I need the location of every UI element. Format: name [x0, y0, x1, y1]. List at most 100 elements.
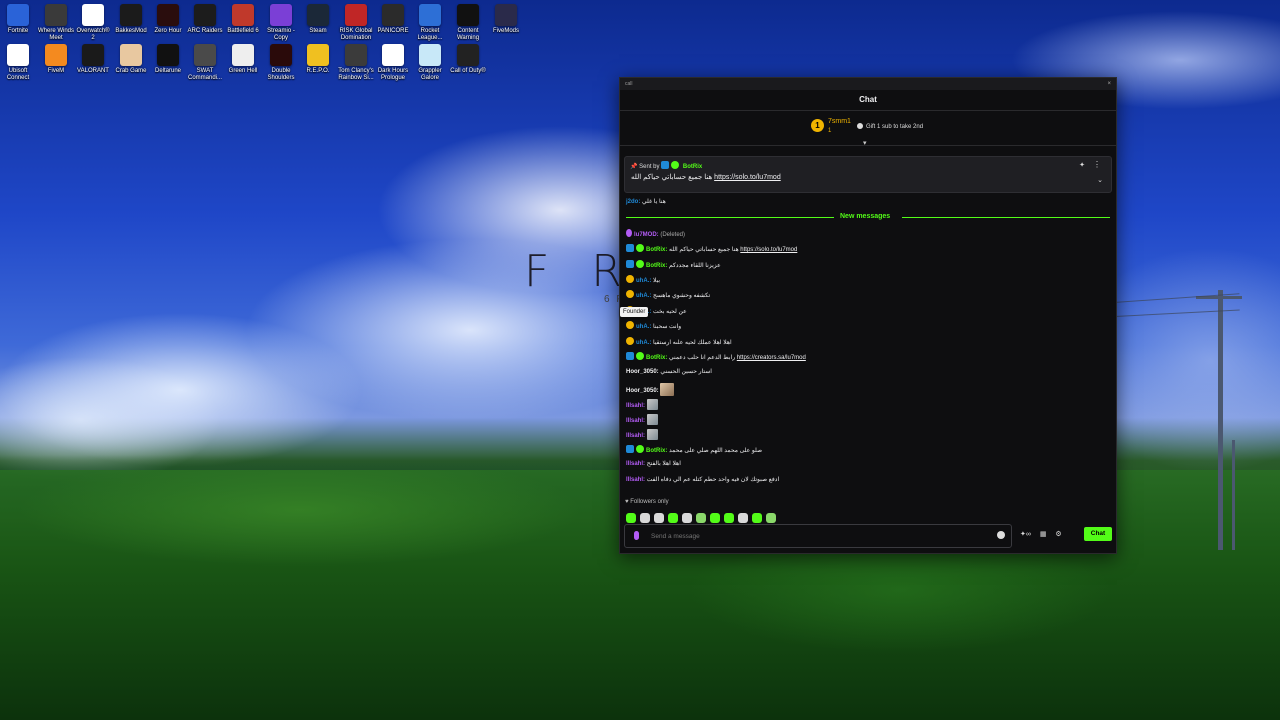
chat-username[interactable]: Hoor_3050:: [626, 369, 659, 375]
emote-button[interactable]: [752, 513, 762, 523]
close-icon[interactable]: ×: [1107, 78, 1111, 90]
desktop-icon[interactable]: Double Shoulders: [262, 40, 300, 82]
app-icon: [45, 4, 67, 26]
chat-message: uhA.: وانت سحبنا: [626, 321, 681, 332]
app-icon: [345, 44, 367, 66]
desktop-icon[interactable]: Overwatch® 2: [74, 0, 112, 42]
pinned-message-link[interactable]: https://solo.to/lu7mod: [714, 174, 781, 181]
desktop-icon[interactable]: Crab Game: [112, 40, 150, 75]
bot-badge-icon: [626, 352, 634, 360]
gift-sub-label: Gift 1 sub to take 2nd: [866, 124, 924, 130]
chat-username[interactable]: lllsahl:: [626, 477, 645, 483]
emote-button[interactable]: [668, 513, 678, 523]
desktop-icon[interactable]: Rocket League...: [411, 0, 449, 42]
desktop-icon[interactable]: FiveMods: [487, 0, 525, 35]
chat-username[interactable]: uhA.:: [636, 278, 651, 284]
chat-text: وانت سحبنا: [653, 324, 682, 330]
chat-username[interactable]: lu7MOD:: [634, 232, 659, 238]
founder-badge-icon[interactable]: [626, 290, 634, 298]
chat-username[interactable]: Hoor_3050:: [626, 388, 659, 394]
settings-gear-icon[interactable]: ⚙: [1055, 531, 1061, 538]
emote-button[interactable]: [626, 513, 636, 523]
desktop-icon[interactable]: PANICORE: [374, 0, 412, 35]
sent-by-prefix: Sent by: [639, 164, 660, 170]
points-icon[interactable]: ✦∞: [1020, 531, 1031, 538]
desktop-icon-label: Grappler Galore: [418, 68, 442, 81]
chat-text: بيلا: [653, 278, 661, 284]
chat-username[interactable]: lllsahl:: [626, 433, 645, 439]
desktop-icon[interactable]: R.E.P.O.: [299, 40, 337, 75]
desktop-icon[interactable]: Where Winds Meet: [37, 0, 75, 42]
desktop-icon[interactable]: RISK Global Domination: [337, 0, 375, 42]
desktop-icon-label: PANICORE: [377, 28, 409, 34]
founder-badge-icon[interactable]: [626, 321, 634, 329]
desktop-icon[interactable]: SWAT Commandi...: [186, 40, 224, 82]
chat-window: call × Chat 1 7smm1 1 Gift 1 sub to take…: [619, 77, 1117, 554]
expand-chevron-icon[interactable]: ⌄: [1097, 176, 1103, 184]
emote-button[interactable]: [738, 513, 748, 523]
chat-username[interactable]: lllsahl:: [626, 418, 645, 424]
desktop-icon[interactable]: ARC Raiders: [186, 0, 224, 35]
emote-button[interactable]: [724, 513, 734, 523]
more-options-icon[interactable]: ⋮: [1093, 160, 1101, 169]
chat-link[interactable]: https://creators.sa/lu7mod: [737, 355, 806, 361]
desktop-icon[interactable]: Fortnite: [0, 0, 37, 35]
chat-username[interactable]: j2do:: [626, 199, 640, 205]
desktop-icon[interactable]: BakkesMod: [112, 0, 150, 35]
desktop-icon[interactable]: Content Warning: [449, 0, 487, 42]
desktop-icon[interactable]: Battlefield 6: [224, 0, 262, 35]
send-chat-button[interactable]: Chat: [1084, 527, 1112, 541]
chat-username[interactable]: uhA.:: [636, 340, 651, 346]
leaderboard-name[interactable]: 7smm1: [828, 118, 851, 125]
emote-button[interactable]: [682, 513, 692, 523]
desktop-icon[interactable]: FiveM: [37, 40, 75, 75]
sent-by-user[interactable]: BotRix: [683, 164, 702, 170]
chat-username[interactable]: BotRix:: [646, 263, 667, 269]
emote-button[interactable]: [640, 513, 650, 523]
collapse-arrow-icon[interactable]: ▾: [863, 139, 867, 147]
message-input[interactable]: [649, 529, 993, 544]
chat-username[interactable]: uhA.:: [636, 293, 651, 299]
chat-emote-image: [646, 429, 658, 440]
store-icon[interactable]: ▦: [1040, 531, 1047, 538]
desktop-icon[interactable]: Ubisoft Connect: [0, 40, 37, 82]
chat-username[interactable]: BotRix:: [646, 355, 667, 361]
verified-badge-icon: [636, 260, 644, 268]
rank-badge: 1: [811, 119, 824, 132]
desktop-icon[interactable]: Call of Duty®: [449, 40, 487, 75]
chat-username[interactable]: lllsahl:: [626, 403, 645, 409]
emote-button[interactable]: [766, 513, 776, 523]
mic-icon[interactable]: [634, 531, 639, 540]
pin-icon[interactable]: ✦: [1079, 161, 1085, 169]
desktop-icon-label: Zero Hour: [154, 28, 182, 34]
chat-link[interactable]: https://solo.to/lu7mod: [740, 247, 797, 253]
app-icon: [382, 44, 404, 66]
desktop-icon[interactable]: VALORANT: [74, 40, 112, 75]
emote-button[interactable]: [696, 513, 706, 523]
chat-message: lu7MOD: (Deleted): [626, 229, 685, 240]
desktop-icon[interactable]: Dark Hours Prologue: [374, 40, 412, 82]
app-icon: [157, 4, 179, 26]
app-icon: [7, 44, 29, 66]
desktop-icon[interactable]: Zero Hour: [149, 0, 187, 35]
founder-badge-icon[interactable]: [626, 337, 634, 345]
desktop-icon[interactable]: Deltarune: [149, 40, 187, 75]
desktop-icon-label: Dark Hours Prologue: [377, 68, 409, 81]
emote-button[interactable]: [654, 513, 664, 523]
chat-username[interactable]: BotRix:: [646, 448, 667, 454]
emoji-icon[interactable]: [997, 531, 1005, 539]
app-icon: [232, 4, 254, 26]
utility-pole-small: [1232, 440, 1235, 550]
desktop-icon[interactable]: Grappler Galore: [411, 40, 449, 82]
founder-badge-icon[interactable]: [626, 275, 634, 283]
desktop-icon[interactable]: Tom Clancy's Rainbow Si...: [337, 40, 375, 82]
desktop-icon-label: ARC Raiders: [187, 28, 223, 34]
chat-username[interactable]: lllsahl:: [626, 461, 645, 467]
emote-button[interactable]: [710, 513, 720, 523]
desktop-icon[interactable]: Steam: [299, 0, 337, 35]
chat-username[interactable]: uhA.:: [636, 324, 651, 330]
desktop-icon[interactable]: Green Hell: [224, 40, 262, 75]
desktop-icon[interactable]: Streamio - Copy: [262, 0, 300, 42]
chat-username[interactable]: BotRix:: [646, 247, 667, 253]
gift-sub-button[interactable]: Gift 1 sub to take 2nd: [857, 123, 923, 130]
